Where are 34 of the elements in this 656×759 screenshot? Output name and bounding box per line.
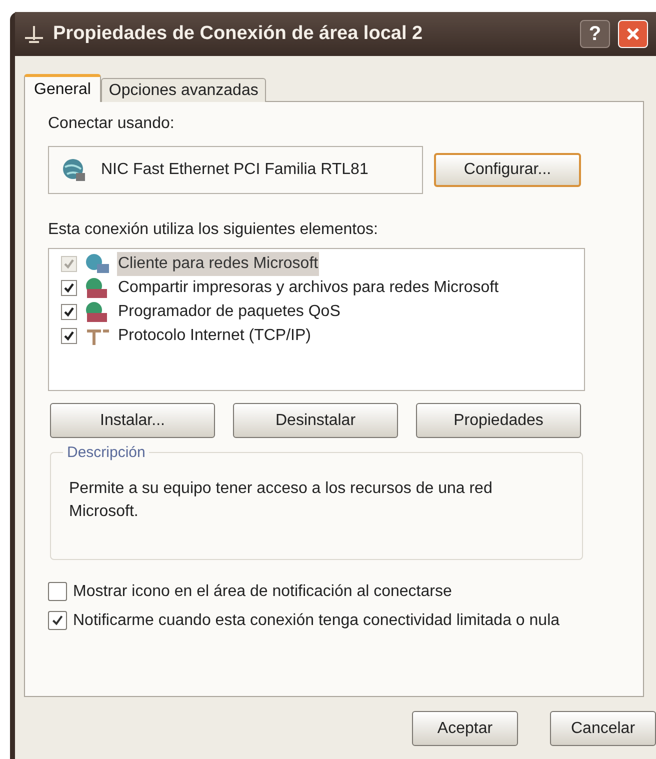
option-label: Mostrar icono en el área de notificación al conectarse [73, 582, 453, 602]
list-item[interactable]: Protocolo Internet (TCP/IP) [117, 324, 312, 348]
action-button[interactable]: Desinstalar [233, 403, 398, 438]
check-icon [63, 306, 75, 318]
list-item[interactable]: Compartir impresoras y archivos para redes Microsoft [117, 276, 500, 300]
check-icon [63, 282, 75, 294]
section-label: Esta conexión utiliza los siguientes elementos: [48, 220, 379, 240]
network-icon [23, 24, 45, 44]
adapter-name: NIC Fast Ethernet PCI Familia RTL81 [101, 160, 368, 180]
help-button[interactable]: ? [580, 20, 610, 48]
network-icon [83, 253, 111, 275]
configure-button[interactable]: Configurar... [434, 153, 581, 187]
dialog-button[interactable]: Aceptar [412, 711, 518, 746]
checkbox[interactable] [61, 328, 77, 344]
list-item[interactable]: Programador de paquetes QoS [117, 300, 342, 324]
checkbox[interactable] [48, 611, 67, 630]
tab[interactable]: Opciones avanzadas [100, 78, 266, 102]
action-button[interactable]: Instalar... [50, 403, 215, 438]
close-icon [625, 26, 641, 42]
checkbox[interactable] [61, 304, 77, 320]
globe-icon [61, 157, 87, 183]
close-button[interactable] [618, 20, 648, 48]
action-button[interactable]: Propiedades [416, 403, 581, 438]
option-label: Notificarme cuando esta conexión tenga conectividad limitada o nula [73, 611, 561, 631]
tab[interactable]: General [24, 74, 101, 102]
section-label: Conectar usando: [48, 114, 176, 134]
checkbox[interactable] [61, 280, 77, 296]
checkbox[interactable] [48, 582, 67, 601]
dialog-button[interactable]: Cancelar [550, 711, 656, 746]
window-title: Propiedades de Conexión de área local 2 [53, 22, 424, 46]
check-icon [63, 258, 75, 270]
check-icon [63, 330, 75, 342]
check-icon [51, 614, 64, 627]
description-text: Permite a su equipo tener acceso a los recursos de una red Microsoft. [69, 479, 494, 522]
